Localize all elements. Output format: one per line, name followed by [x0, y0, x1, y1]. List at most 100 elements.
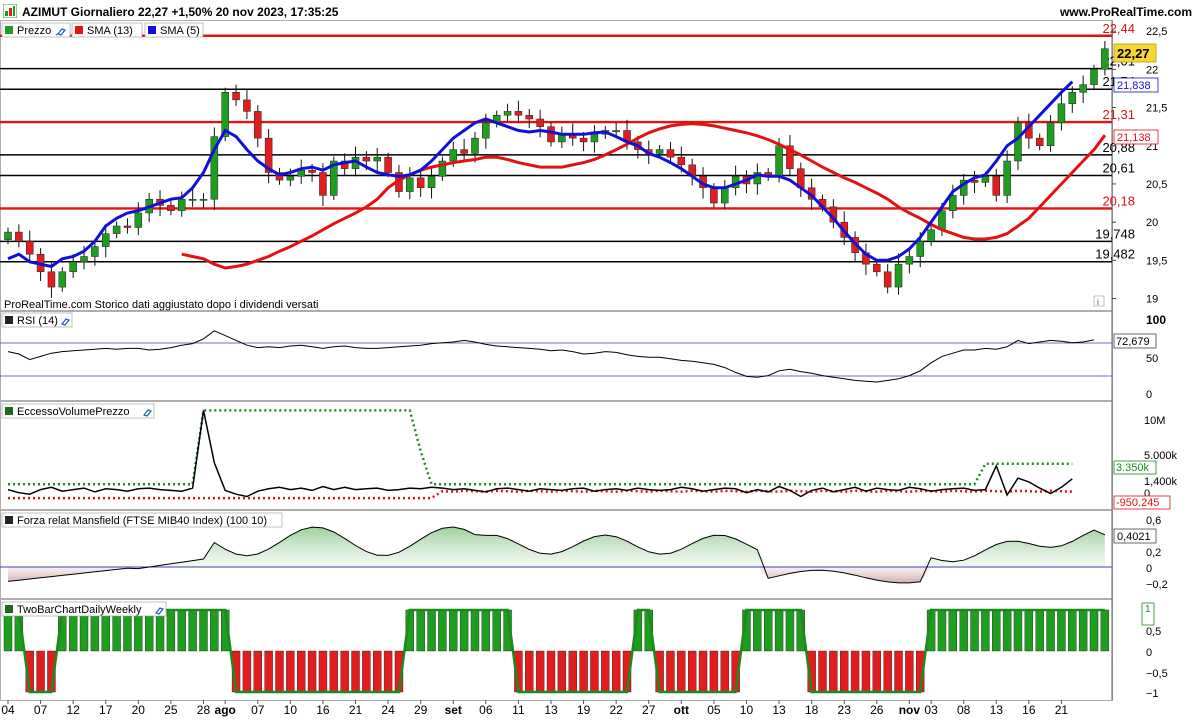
twobar-bar-up	[1089, 609, 1099, 652]
panel-frame	[0, 401, 1113, 510]
last-price-value: 22,27	[1117, 46, 1150, 61]
twobar-bar-down	[861, 650, 871, 693]
sma13-value-tag: 21,138	[1113, 129, 1159, 145]
mansfield-tick-06: 0,6	[1146, 515, 1161, 527]
rsi-tick-50: 50	[1146, 353, 1158, 365]
candle-body	[427, 176, 436, 189]
mansfield-legend[interactable]: Forza relat Mansfield (FTSE MIB40 Index)…	[1, 512, 283, 528]
chart-window: AZIMUT Giornaliero 22,27 +1,50% 20 nov 2…	[0, 0, 1200, 720]
panel-frame	[0, 311, 1113, 401]
candle-body	[666, 149, 675, 158]
info-icon[interactable]: i	[1093, 295, 1105, 307]
candle-body	[547, 126, 555, 143]
price-tick-label: 22,5	[1146, 26, 1167, 38]
twobar-bar-up	[1078, 609, 1088, 652]
candle-body	[1101, 48, 1109, 70]
candle-body	[905, 256, 914, 265]
x-tick-label: 07	[34, 703, 48, 717]
twobar-legend[interactable]: TwoBarChartDailyWeekly	[1, 601, 167, 617]
candle-body	[655, 149, 664, 154]
twobar-bar-up	[492, 609, 501, 652]
rsi-legend[interactable]: RSI (14)	[1, 312, 73, 328]
twobar-bar-down	[297, 650, 306, 693]
twobar-bar-up	[481, 609, 491, 652]
sma5-legend-swatch	[148, 26, 156, 34]
candle-body	[188, 198, 197, 201]
twobar-bar-up	[774, 609, 784, 652]
twobar-tick-neg1: −1	[1146, 688, 1159, 700]
x-tick-label: 16	[1022, 703, 1036, 717]
mansfield-negative-area	[8, 567, 1105, 583]
svg-text:i: i	[1097, 297, 1099, 307]
candle-body	[883, 271, 892, 288]
x-tick-label: 26	[870, 703, 884, 717]
twobar-bar-up	[166, 609, 176, 652]
candle-body	[80, 256, 88, 263]
twobar-bar-up	[438, 609, 447, 652]
twobar-bar-down	[275, 650, 284, 693]
candle-body	[319, 172, 327, 196]
twobar-bar-down	[720, 650, 729, 693]
x-tick-label: 10	[740, 703, 754, 717]
candle-body	[579, 137, 588, 143]
twobar-bar-down	[340, 650, 349, 693]
volume-tick-10m: 10M	[1144, 415, 1165, 427]
sma5-legend-label: SMA (5)	[160, 25, 200, 37]
twobar-bar-up	[416, 609, 425, 652]
price-panel-note: ProRealTime.com Storico dati aggiustato …	[4, 299, 318, 311]
twobar-bar-up	[937, 609, 947, 652]
date-x-axis: 04 07 12 17 20 25 28 ago 07 10 16 21 24 29 set 06 11 13 19…	[1, 700, 1068, 717]
x-tick-label: ago	[215, 703, 236, 717]
x-tick-label: 24	[381, 703, 395, 717]
chart-canvas: 22,4422,0121,7421,3120,8820,6120,1819,74…	[0, 20, 1178, 717]
twobar-bar-up	[1057, 609, 1066, 652]
sma13-legend-label: SMA (13)	[87, 25, 133, 37]
candle-body	[232, 92, 240, 101]
rsi-tick-0: 0	[1146, 389, 1152, 401]
candle-body	[449, 149, 458, 162]
candle-body	[1046, 122, 1055, 147]
candle-body	[916, 240, 924, 257]
volume-green-value: 3.350k	[1116, 462, 1150, 474]
x-tick-label: 03	[924, 703, 938, 717]
twobar-bar-down	[546, 650, 556, 693]
candlestick-series	[4, 41, 1109, 298]
candle-body	[308, 169, 316, 173]
twobar-bar-down	[818, 650, 827, 693]
candle-body	[514, 111, 523, 116]
x-tick-label: 10	[284, 703, 298, 717]
x-tick-label: 16	[316, 703, 330, 717]
x-tick-label: 06	[479, 703, 493, 717]
twobar-bar-down	[557, 650, 567, 693]
twobar-current-value: 1	[1145, 604, 1151, 615]
candle-body	[949, 195, 957, 211]
twobar-bar-up	[1013, 609, 1023, 652]
candle-body	[1014, 122, 1022, 162]
twobar-tick-neg05: −0,5	[1146, 668, 1168, 680]
x-tick-label: set	[445, 703, 462, 717]
twobar-bar-up	[959, 609, 968, 652]
twobar-bar-down	[242, 650, 252, 693]
twobar-bar-down	[829, 650, 838, 693]
candle-body	[503, 111, 512, 116]
twobar-panel: TwoBarChartDailyWeekly 1 0,5 0 −0,5 −1 1	[1, 601, 1168, 700]
twobar-bar-up	[427, 609, 436, 652]
volume-legend[interactable]: EccessoVolumePrezzo	[1, 403, 155, 419]
twobar-bar-up	[1046, 609, 1055, 652]
rsi-panel: RSI (14) 100 50 0 72,679	[0, 312, 1166, 401]
twobar-bar-up	[459, 609, 469, 652]
candle-body	[1003, 160, 1011, 196]
twobar-bar-down	[666, 650, 675, 693]
twobar-bar-down	[253, 650, 262, 693]
candle-body	[775, 145, 783, 177]
twobar-bar-down	[850, 650, 860, 693]
level-label: 20,61	[1102, 161, 1135, 176]
candle-body	[721, 187, 729, 204]
twobar-bar-down	[872, 650, 881, 693]
x-tick-label: 13	[544, 703, 558, 717]
twobar-bar-up	[785, 609, 795, 652]
twobar-bar-down	[905, 650, 914, 693]
twobar-bar-down	[709, 650, 719, 693]
candle-body	[373, 156, 381, 162]
x-tick-label: 29	[414, 703, 428, 717]
